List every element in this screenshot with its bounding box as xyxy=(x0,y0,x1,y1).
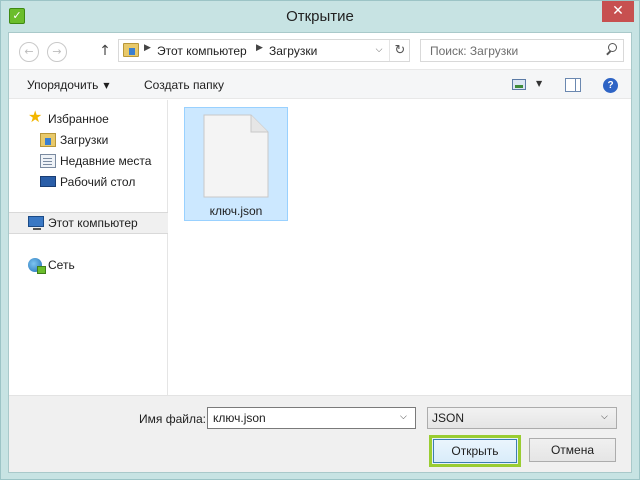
nav-item-label: Рабочий стол xyxy=(60,175,136,189)
open-button-label: Открыть xyxy=(433,439,517,463)
filetype-select[interactable]: JSON ⌵ xyxy=(427,407,617,429)
search-icon-handle xyxy=(606,50,611,56)
search-icon[interactable] xyxy=(605,43,619,58)
breadcrumb-separator-icon[interactable]: ▶ xyxy=(256,43,263,53)
network-icon xyxy=(28,258,46,274)
filename-combo[interactable]: ключ.json ⌵ xyxy=(207,407,416,429)
close-button[interactable]: ✕ xyxy=(602,1,634,22)
search-input[interactable]: Поиск: Загрузки xyxy=(430,44,518,58)
new-folder-button[interactable]: Создать папку xyxy=(144,78,224,92)
refresh-icon: ↻ xyxy=(394,43,406,58)
nav-item-label: Недавние места xyxy=(60,154,152,168)
downloads-folder-icon xyxy=(40,133,56,147)
cancel-button[interactable]: Отмена xyxy=(529,438,616,462)
back-button[interactable]: ← xyxy=(19,42,39,62)
window-title: Открытие xyxy=(286,8,354,25)
nav-item-this-pc[interactable]: Этот компьютер xyxy=(9,212,168,234)
nav-item-label: Избранное xyxy=(48,112,109,126)
organize-button[interactable]: Упорядочить ▼ xyxy=(27,78,110,92)
caret-down-icon: ▼ xyxy=(103,81,110,90)
filetype-value: JSON xyxy=(432,411,465,425)
file-item[interactable]: ключ.json xyxy=(184,107,288,221)
filename-input[interactable]: ключ.json xyxy=(213,411,266,425)
refresh-button[interactable]: ↻ xyxy=(389,40,410,61)
breadcrumb-downloads[interactable]: Загрузки xyxy=(269,44,317,58)
nav-item-downloads[interactable]: Загрузки xyxy=(9,130,168,150)
breadcrumb-separator-icon[interactable]: ▶ xyxy=(144,43,151,53)
dialog-footer: Имя файла: ключ.json ⌵ JSON ⌵ Открыть От… xyxy=(9,395,631,472)
breadcrumb-this-pc[interactable]: Этот компьютер xyxy=(157,44,247,58)
nav-item-network[interactable]: Сеть xyxy=(9,255,168,275)
organize-label: Упорядочить xyxy=(27,78,99,92)
document-icon xyxy=(203,114,269,198)
dialog-client-area: ← → ↑ ▶ Этот компьютер ▶ Загрузки ⌵ ↻ По… xyxy=(8,32,632,473)
file-name-label: ключ.json xyxy=(209,204,263,218)
navigation-pane: ★ Избранное Загрузки Недавние места Рабо… xyxy=(9,100,168,395)
forward-button[interactable]: → xyxy=(47,42,67,62)
address-bar[interactable]: ▶ Этот компьютер ▶ Загрузки ⌵ ↻ xyxy=(118,39,410,62)
recent-places-icon xyxy=(40,154,56,168)
close-icon: ✕ xyxy=(612,3,624,19)
desktop-icon xyxy=(40,176,56,187)
downloads-folder-icon xyxy=(123,43,139,57)
up-button[interactable]: ↑ xyxy=(98,41,112,61)
nav-item-favorites[interactable]: ★ Избранное xyxy=(9,109,168,129)
search-box[interactable]: Поиск: Загрузки xyxy=(420,39,624,62)
chevron-down-icon: ⌵ xyxy=(601,412,608,422)
view-options-caret-icon[interactable]: ▼ xyxy=(536,79,542,88)
nav-item-label: Этот компьютер xyxy=(48,216,138,230)
preview-pane-icon[interactable] xyxy=(565,78,581,92)
filename-label: Имя файла: xyxy=(139,412,206,426)
chevron-down-icon[interactable]: ⌵ xyxy=(400,412,407,422)
open-button[interactable]: Открыть xyxy=(429,435,521,467)
back-arrow-icon: ← xyxy=(24,45,34,58)
open-file-dialog: ✓ Открытие ✕ ← → ↑ ▶ Этот компьютер ▶ За… xyxy=(0,0,640,480)
help-icon[interactable]: ? xyxy=(603,78,618,93)
command-toolbar: Упорядочить ▼ Создать папку ▼ ? xyxy=(9,69,631,99)
change-view-icon[interactable] xyxy=(512,79,526,90)
nav-item-label: Загрузки xyxy=(60,133,109,147)
nav-item-desktop[interactable]: Рабочий стол xyxy=(9,172,168,192)
computer-icon xyxy=(28,216,44,230)
address-history-dropdown[interactable]: ⌵ xyxy=(372,43,386,58)
forward-arrow-icon: → xyxy=(52,45,62,58)
chevron-down-icon: ⌵ xyxy=(375,45,383,55)
nav-item-recent-places[interactable]: Недавние места xyxy=(9,151,168,171)
nav-item-label: Сеть xyxy=(48,258,75,272)
star-icon: ★ xyxy=(28,107,43,126)
up-arrow-icon: ↑ xyxy=(99,43,111,59)
title-bar[interactable]: ✓ Открытие ✕ xyxy=(1,1,639,32)
